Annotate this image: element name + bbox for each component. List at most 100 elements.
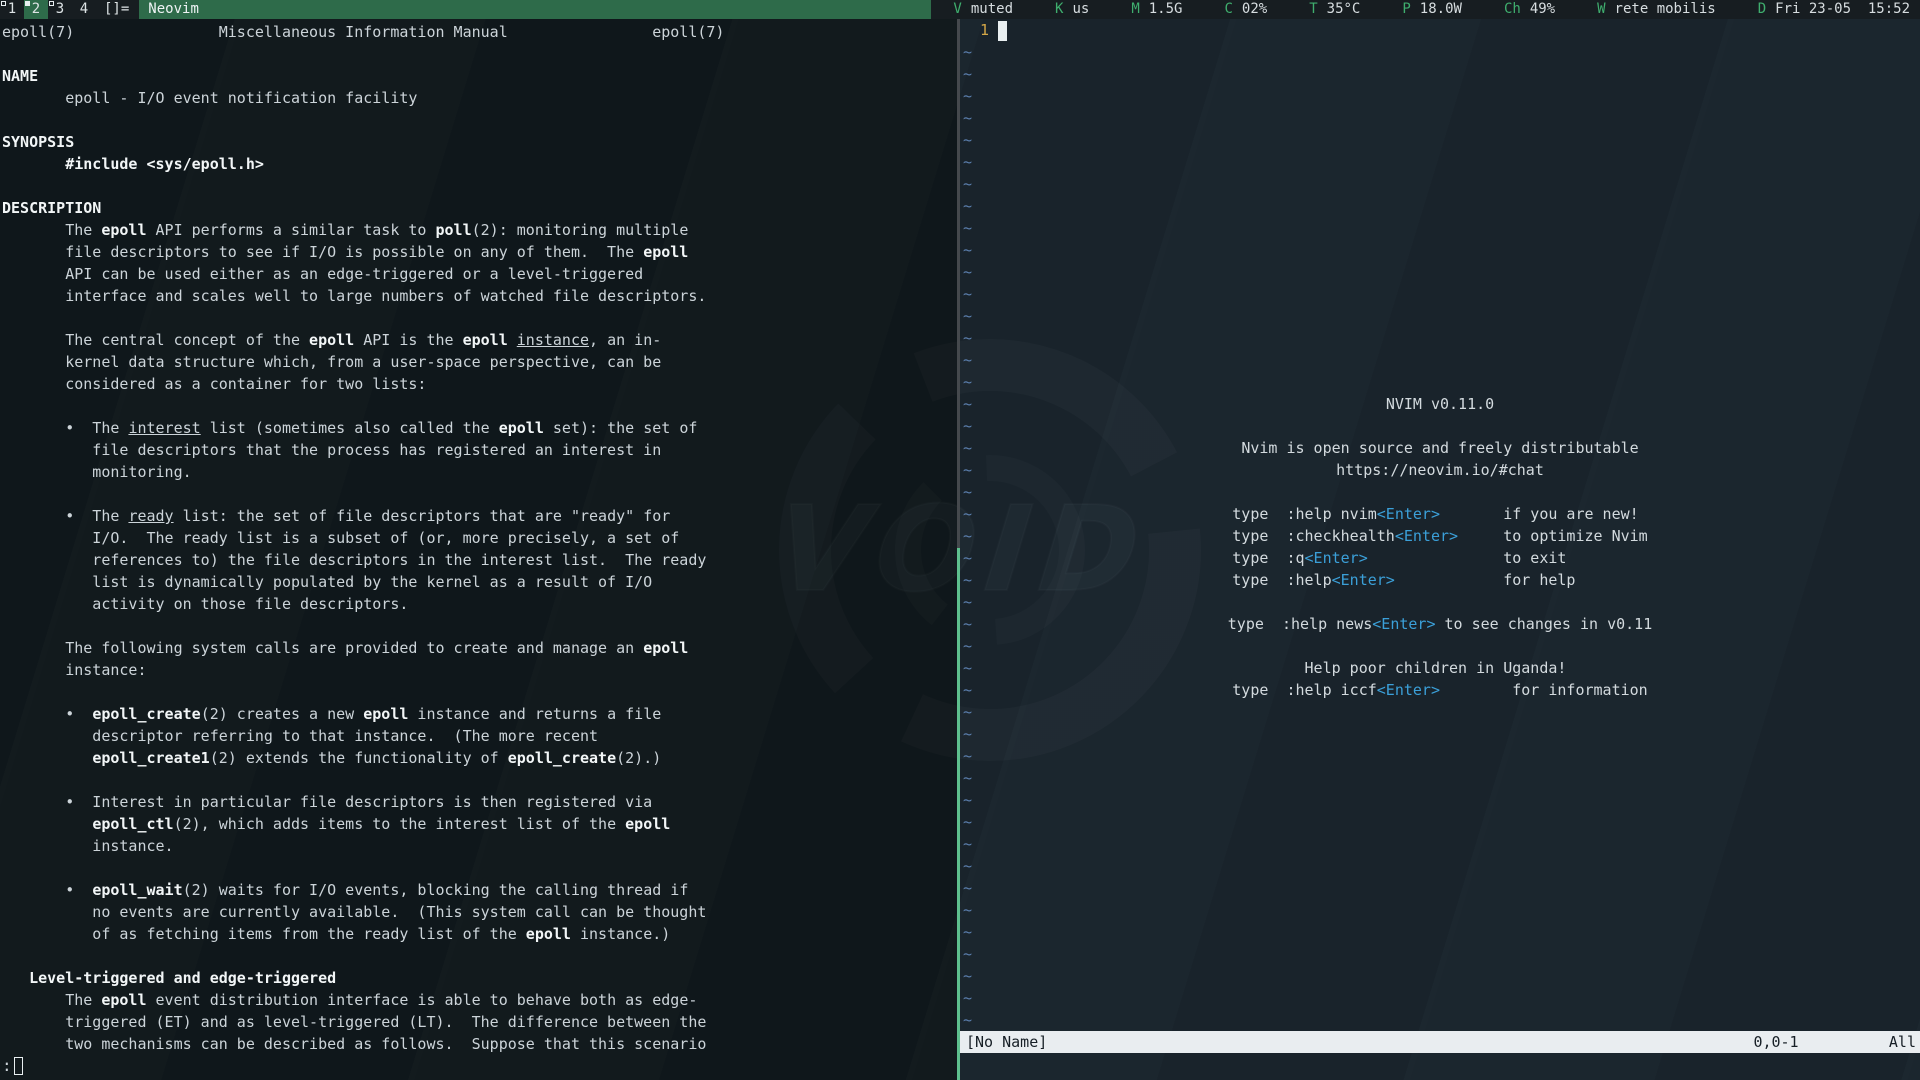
tilde-marker: ~ bbox=[960, 1011, 972, 1029]
man-line: NAME bbox=[2, 65, 957, 87]
nvim-intro-line: type :q<Enter> to exit bbox=[960, 547, 1920, 569]
top-bar: 1234 []= Neovim VmutedKusM1.5GC02%T35°CP… bbox=[0, 0, 1920, 19]
tag-2[interactable]: 2 bbox=[24, 0, 48, 19]
nvim-row: ~ bbox=[960, 107, 1920, 129]
tag-indicator-hollow bbox=[1, 1, 6, 6]
tag-3[interactable]: 3 bbox=[48, 0, 72, 19]
nvim-cursor bbox=[998, 21, 1007, 41]
tag-1[interactable]: 1 bbox=[0, 0, 24, 19]
tilde-marker: ~ bbox=[960, 483, 972, 501]
man-line: kernel data structure which, from a user… bbox=[2, 351, 957, 373]
tilde-marker: ~ bbox=[960, 945, 972, 963]
status-w: Wrete mobilis bbox=[1597, 0, 1716, 19]
inactive-cursor bbox=[14, 1057, 23, 1075]
nvim-row: ~ bbox=[960, 239, 1920, 261]
man-line: file descriptors that the process has re… bbox=[2, 439, 957, 461]
nvim-row: ~Help poor children in Uganda! bbox=[960, 657, 1920, 679]
man-line: Level-triggered and edge-triggered bbox=[2, 967, 957, 989]
man-line: epoll - I/O event notification facility bbox=[2, 87, 957, 109]
man-line bbox=[2, 109, 957, 131]
status-ch: Ch49% bbox=[1504, 0, 1555, 19]
tilde-marker: ~ bbox=[960, 769, 972, 787]
man-line: of as fetching items from the ready list… bbox=[2, 923, 957, 945]
bar-tags: 1234 bbox=[0, 0, 96, 19]
nvim-row: ~ bbox=[960, 1009, 1920, 1031]
man-line bbox=[2, 681, 957, 703]
nvim-row: ~type :help nvim<Enter> if you are new! bbox=[960, 503, 1920, 525]
man-line: epoll(7) Miscellaneous Information Manua… bbox=[2, 21, 957, 43]
tilde-marker: ~ bbox=[960, 813, 972, 831]
nvim-row: ~type :help news<Enter> to see changes i… bbox=[960, 613, 1920, 635]
nvim-row: ~ bbox=[960, 767, 1920, 789]
terminal-man-pane[interactable]: epoll(7) Miscellaneous Information Manua… bbox=[0, 19, 957, 1080]
status-k: Kus bbox=[1055, 0, 1089, 19]
man-line: instance. bbox=[2, 835, 957, 857]
tilde-marker: ~ bbox=[960, 153, 972, 171]
nvim-row: ~NVIM v0.11.0 bbox=[960, 393, 1920, 415]
man-line: no events are currently available. (This… bbox=[2, 901, 957, 923]
status-v: Vmuted bbox=[953, 0, 1013, 19]
nvim-row: ~ bbox=[960, 635, 1920, 657]
nvim-row: ~ bbox=[960, 745, 1920, 767]
man-line: • Interest in particular file descriptor… bbox=[2, 791, 957, 813]
man-line: epoll_create1(2) extends the functionali… bbox=[2, 747, 957, 769]
man-line bbox=[2, 43, 957, 65]
layout-symbol[interactable]: []= bbox=[96, 0, 139, 19]
nvim-row: ~type :help iccf<Enter> for information bbox=[960, 679, 1920, 701]
man-line: API can be used either as an edge-trigge… bbox=[2, 263, 957, 285]
man-line: • epoll_create(2) creates a new epoll in… bbox=[2, 703, 957, 725]
tilde-marker: ~ bbox=[960, 967, 972, 985]
nvim-row: ~ bbox=[960, 217, 1920, 239]
tilde-marker: ~ bbox=[960, 241, 972, 259]
tilde-marker: ~ bbox=[960, 131, 972, 149]
man-line bbox=[2, 857, 957, 879]
nvim-row: ~ bbox=[960, 327, 1920, 349]
man-line: The central concept of the epoll API is … bbox=[2, 329, 957, 351]
nvim-row: ~ bbox=[960, 811, 1920, 833]
man-line: descriptor referring to that instance. (… bbox=[2, 725, 957, 747]
nvim-row: ~ bbox=[960, 63, 1920, 85]
man-line: SYNOPSIS bbox=[2, 131, 957, 153]
pager-prompt: : bbox=[2, 1055, 12, 1077]
man-line: • The interest list (sometimes also call… bbox=[2, 417, 957, 439]
man-line: monitoring. bbox=[2, 461, 957, 483]
nvim-row: ~type :q<Enter> to exit bbox=[960, 547, 1920, 569]
tilde-marker: ~ bbox=[960, 637, 972, 655]
nvim-row: ~ bbox=[960, 921, 1920, 943]
tilde-marker: ~ bbox=[960, 87, 972, 105]
man-line: list is dynamically populated by the ker… bbox=[2, 571, 957, 593]
tilde-marker: ~ bbox=[960, 219, 972, 237]
tilde-marker: ~ bbox=[960, 901, 972, 919]
nvim-intro-line: Help poor children in Uganda! bbox=[960, 657, 1920, 679]
man-line: activity on those file descriptors. bbox=[2, 593, 957, 615]
status-d: DFri 23-05 15:52 bbox=[1758, 0, 1910, 19]
neovim-pane[interactable]: 1~~~~~~~~~~~~~~~~~NVIM v0.11.0~~Nvim is … bbox=[960, 19, 1920, 1080]
nvim-row: ~type :help<Enter> for help bbox=[960, 569, 1920, 591]
tag-4[interactable]: 4 bbox=[72, 0, 96, 19]
man-line: The epoll API performs a similar task to… bbox=[2, 219, 957, 241]
tilde-marker: ~ bbox=[960, 725, 972, 743]
man-line bbox=[2, 945, 957, 967]
nvim-row: ~ bbox=[960, 833, 1920, 855]
nvim-row: ~ bbox=[960, 987, 1920, 1009]
nvim-row: ~ bbox=[960, 129, 1920, 151]
nvim-intro-line: type :help nvim<Enter> if you are new! bbox=[960, 503, 1920, 525]
man-line: triggered (ET) and as level-triggered (L… bbox=[2, 1011, 957, 1033]
man-line: file descriptors to see if I/O is possib… bbox=[2, 241, 957, 263]
status-text: VmutedKusM1.5GC02%T35°CP18.0WCh49%Wrete … bbox=[931, 0, 1920, 19]
nvim-row: ~ bbox=[960, 591, 1920, 613]
man-line: references to) the file descriptors in t… bbox=[2, 549, 957, 571]
nvim-row: ~ bbox=[960, 943, 1920, 965]
man-line: epoll_ctl(2), which adds items to the in… bbox=[2, 813, 957, 835]
man-line: instance: bbox=[2, 659, 957, 681]
nvim-row: ~ bbox=[960, 899, 1920, 921]
man-line: #include <sys/epoll.h> bbox=[2, 153, 957, 175]
nvim-statusline: [No Name] 0,0-1 All bbox=[960, 1031, 1920, 1053]
man-line bbox=[2, 483, 957, 505]
nvim-row: ~ bbox=[960, 481, 1920, 503]
tilde-marker: ~ bbox=[960, 307, 972, 325]
tilde-marker: ~ bbox=[960, 923, 972, 941]
nvim-intro-line: https://neovim.io/#chat bbox=[960, 459, 1920, 481]
pane-separator-gray bbox=[957, 19, 960, 548]
tilde-marker: ~ bbox=[960, 373, 972, 391]
